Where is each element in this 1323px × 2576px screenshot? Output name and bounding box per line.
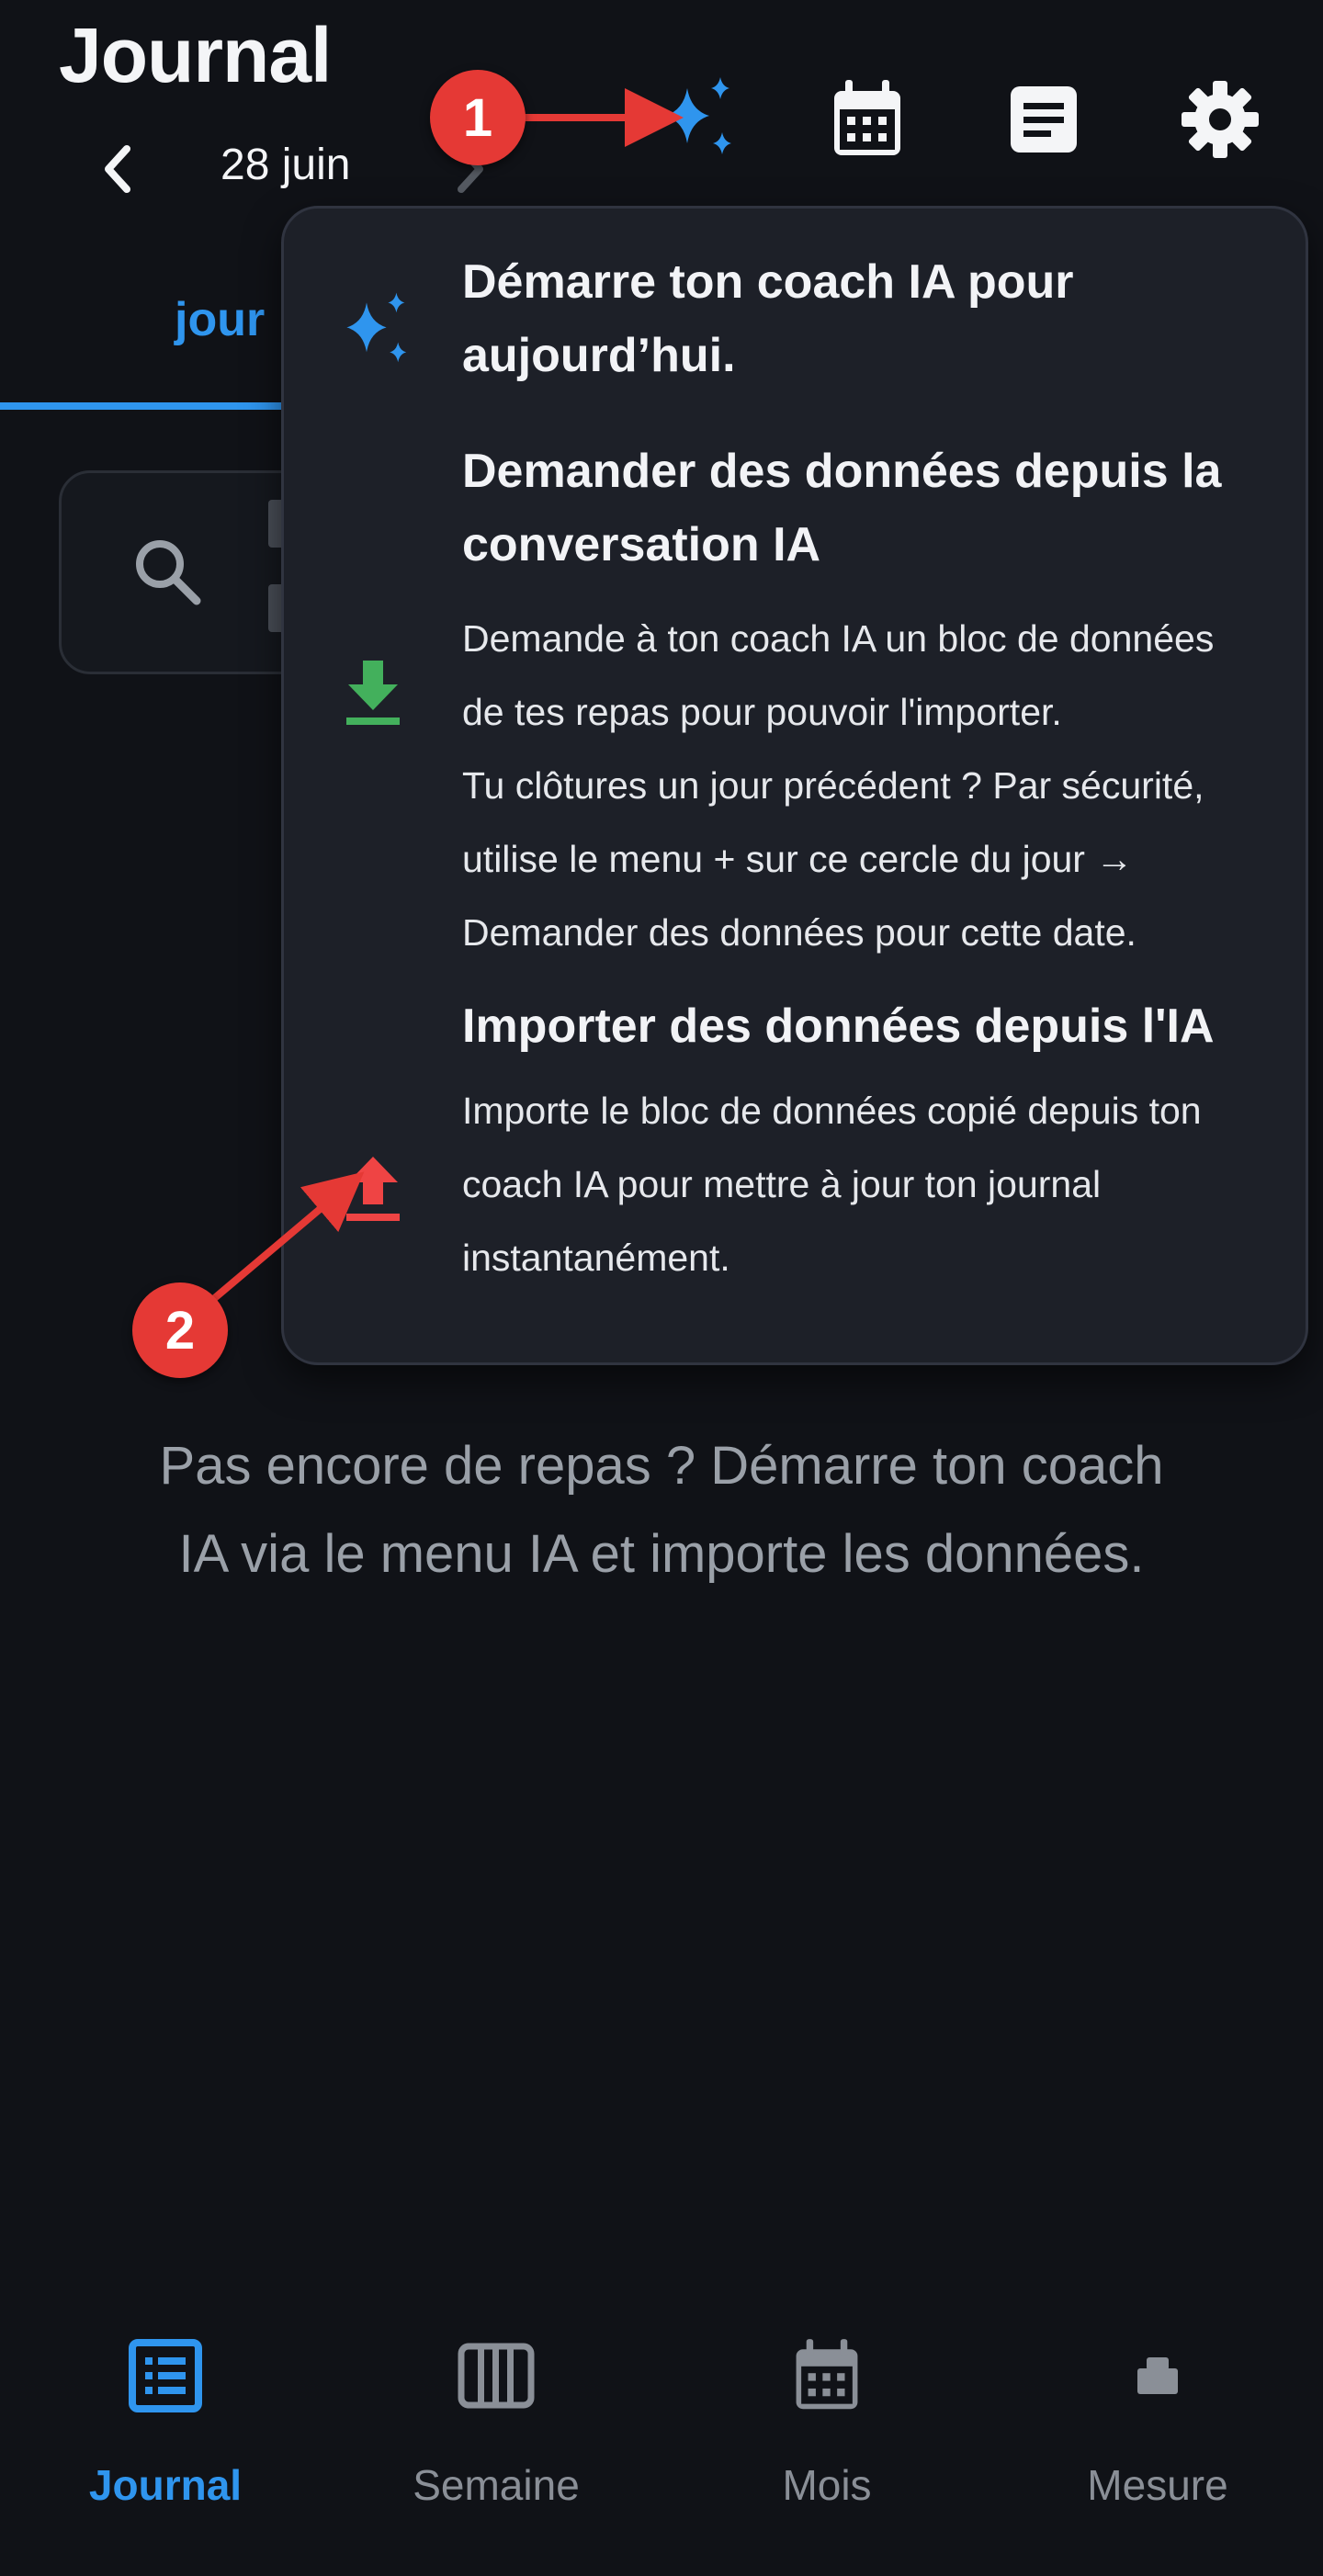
- nav-label: Mesure: [1087, 2461, 1228, 2509]
- calendar-month-icon: [796, 2339, 858, 2410]
- nav-week[interactable]: Semaine: [331, 2330, 662, 2559]
- annotation-badge-1: 1: [430, 70, 526, 165]
- empty-state-line: IA via le menu IA et importe les données…: [178, 1524, 1145, 1584]
- annotation-arrows: [209, 88, 684, 1305]
- scale-icon: [1137, 2357, 1178, 2394]
- journal-list-icon: [129, 2339, 202, 2412]
- annotation-arrow-2: [209, 1171, 365, 1305]
- nav-label: Mois: [782, 2461, 872, 2509]
- nav-measure[interactable]: Mesure: [992, 2330, 1323, 2559]
- nav-label: Journal: [88, 2461, 243, 2509]
- annotation-badge-2: 2: [132, 1282, 228, 1378]
- nav-journal[interactable]: Journal: [0, 2330, 331, 2559]
- nav-label: Semaine: [413, 2461, 580, 2509]
- week-columns-icon: [458, 2343, 535, 2409]
- nav-month[interactable]: Mois: [662, 2330, 992, 2559]
